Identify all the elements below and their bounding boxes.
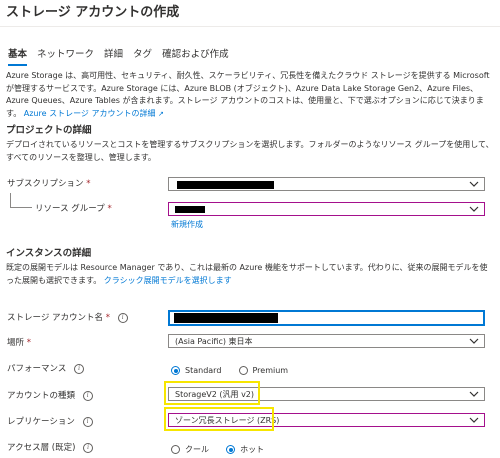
location-value: (Asia Pacific) 東日本	[175, 337, 253, 346]
access-tier-cool-option[interactable]: クール	[171, 444, 209, 455]
resource-group-label-text: リソース グループ	[35, 204, 105, 214]
chevron-down-icon	[469, 181, 479, 187]
replication-label-text: レプリケーション	[7, 417, 75, 427]
tab-networking[interactable]: ネットワーク	[37, 46, 94, 66]
tab-bar: 基本 ネットワーク 詳細 タグ 確認および作成	[8, 46, 229, 66]
radio-selected-icon[interactable]	[171, 366, 180, 375]
account-kind-highlight	[164, 381, 260, 405]
radio-selected-icon[interactable]	[226, 445, 236, 454]
radio-unselected-icon[interactable]	[171, 445, 180, 454]
info-icon[interactable]: i	[82, 416, 93, 427]
performance-premium-label: Premium	[252, 366, 289, 375]
chevron-down-icon	[469, 391, 479, 397]
project-details-description: デプロイされているリソースとコストを管理するサブスクリプションを選択します。フォ…	[6, 140, 494, 162]
info-icon[interactable]: i	[117, 312, 128, 323]
performance-standard-label: Standard	[185, 366, 222, 375]
performance-radio-group: Standard Premium	[171, 360, 300, 379]
account-kind-label-text: アカウントの種類	[7, 391, 76, 401]
location-label-text: 場所	[7, 338, 25, 348]
chevron-down-icon	[469, 417, 479, 423]
chevron-down-icon	[469, 338, 479, 344]
tree-connector-horizontal	[10, 207, 32, 208]
access-tier-hot-label: ホット	[240, 445, 265, 454]
radio-unselected-icon[interactable]	[238, 366, 248, 375]
redacted-resource-group	[175, 206, 205, 213]
classic-deployment-link[interactable]: クラシック展開モデルを選択します	[104, 276, 232, 285]
subscription-label: サブスクリプション *	[7, 177, 90, 189]
instance-description-text: 既定の展開モデルは Resource Manager であり、これは最新の Az…	[6, 263, 488, 285]
resource-group-label: リソース グループ *	[35, 202, 112, 214]
required-marker: *	[107, 204, 112, 214]
access-tier-radio-group: クール ホット	[171, 439, 276, 458]
account-name-label-text: ストレージ アカウント名	[7, 313, 104, 323]
access-tier-cool-label: クール	[185, 445, 209, 454]
replication-label: レプリケーション i	[7, 415, 93, 427]
performance-premium-option[interactable]: Premium	[238, 366, 289, 375]
account-name-label: ストレージ アカウント名 * i	[7, 311, 128, 323]
access-tier-hot-option[interactable]: ホット	[226, 444, 264, 455]
storage-account-name-input[interactable]	[168, 310, 485, 326]
project-details-heading: プロジェクトの詳細	[6, 125, 92, 136]
page-title: ストレージ アカウントの作成	[6, 5, 180, 20]
storage-account-details-link[interactable]: Azure ストレージ アカウントの詳細	[24, 109, 156, 118]
account-kind-label: アカウントの種類 i	[7, 389, 93, 401]
resource-group-dropdown[interactable]	[168, 202, 485, 216]
tree-connector-vertical	[10, 193, 11, 207]
location-label: 場所 *	[7, 336, 31, 348]
intro-description: Azure Storage は、高可用性、セキュリティ、耐久性、スケーラビリティ…	[6, 70, 494, 120]
performance-label: パフォーマンス i	[7, 362, 85, 374]
required-marker: *	[26, 338, 31, 348]
location-dropdown[interactable]: (Asia Pacific) 東日本	[168, 334, 485, 348]
tab-tags[interactable]: タグ	[133, 46, 152, 66]
required-marker: *	[105, 313, 110, 323]
performance-label-text: パフォーマンス	[7, 364, 67, 374]
tab-review-create[interactable]: 確認および作成	[162, 46, 229, 66]
subscription-label-text: サブスクリプション	[7, 179, 84, 189]
replication-highlight	[164, 407, 274, 431]
subscription-dropdown[interactable]	[168, 177, 485, 191]
info-icon[interactable]: i	[83, 442, 94, 453]
tab-basics[interactable]: 基本	[8, 46, 28, 66]
redacted-subscription	[177, 181, 274, 189]
access-tier-label: アクセス層 (既定) i	[7, 441, 94, 453]
info-icon[interactable]: i	[82, 390, 93, 401]
header-divider	[0, 26, 500, 27]
required-marker: *	[86, 179, 91, 189]
tab-advanced[interactable]: 詳細	[104, 46, 123, 66]
redacted-account-name	[174, 313, 278, 323]
access-tier-label-text: アクセス層 (既定)	[7, 443, 76, 453]
chevron-down-icon	[469, 206, 479, 212]
instance-details-description: 既定の展開モデルは Resource Manager であり、これは最新の Az…	[6, 262, 494, 287]
create-new-resource-group-link[interactable]: 新規作成	[171, 219, 203, 230]
instance-details-heading: インスタンスの詳細	[6, 248, 92, 259]
info-icon[interactable]: i	[74, 363, 85, 374]
performance-standard-option[interactable]: Standard	[171, 366, 221, 375]
external-link-icon: ↗	[158, 109, 164, 118]
